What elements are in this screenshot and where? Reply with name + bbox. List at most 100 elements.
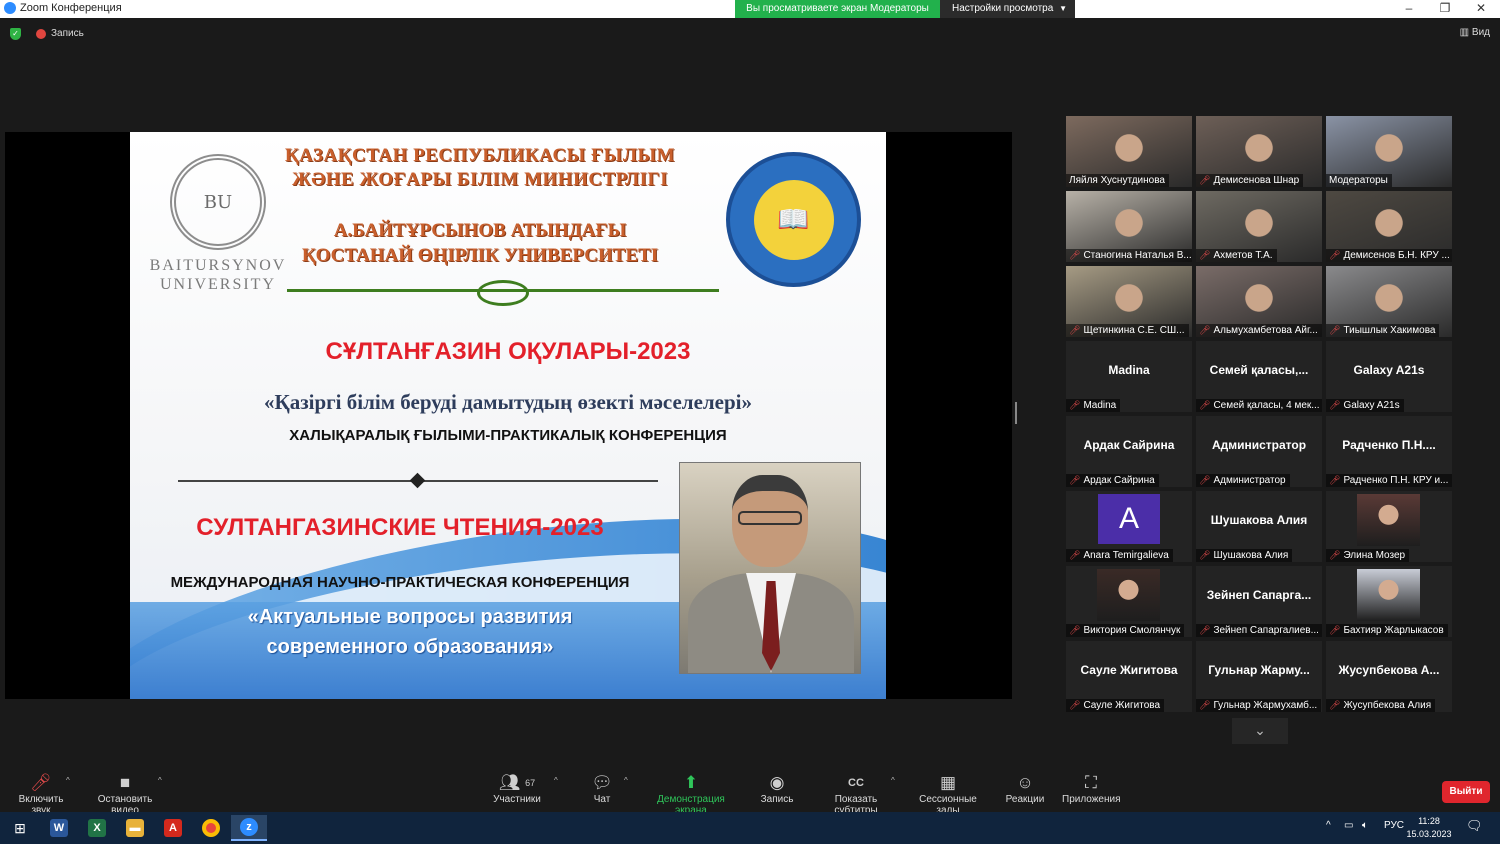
restore-button[interactable]: ❐	[1427, 0, 1463, 18]
recording-indicator[interactable]: Запись	[36, 28, 84, 39]
microphone-muted-icon: 🎤︎	[1199, 550, 1211, 560]
taskbar-excel[interactable]: X	[79, 815, 115, 841]
start-button[interactable]: ⊞	[2, 815, 38, 841]
share-screen-icon: ⬆	[683, 773, 699, 792]
participant-name-label: 🎤︎ Станогина Наталья В...	[1066, 249, 1192, 262]
meeting-toolbar: 🎤︎ Включить звук ^ ■ Остановить видео ^ …	[0, 768, 1500, 816]
participant-name: Тиышлык Хакимова	[1343, 325, 1436, 336]
participant-tile[interactable]: Сауле Жигитова 🎤︎ Сауле Жигитова	[1066, 641, 1192, 712]
audio-options-caret-icon[interactable]: ^	[66, 776, 70, 785]
participants-caret-icon[interactable]: ^	[554, 776, 558, 785]
taskbar-explorer[interactable]: ▬	[117, 815, 153, 841]
microphone-muted-icon: 🎤︎	[1199, 625, 1211, 635]
reactions-button[interactable]: ☺ Реакции	[1005, 772, 1045, 805]
participant-tile[interactable]: Жусупбекова А... 🎤︎ Жусупбекова Алия	[1326, 641, 1452, 712]
taskbar-acrobat[interactable]: A	[155, 815, 191, 841]
grid-icon: ▥	[1459, 27, 1472, 38]
folder-icon: ▬	[126, 819, 144, 837]
participant-tile[interactable]: Galaxy A21s 🎤︎ Galaxy A21s	[1326, 341, 1452, 412]
shield-icon[interactable]: ✓	[10, 28, 21, 40]
participant-name: Бахтияр Жарлыкасов	[1343, 625, 1444, 636]
windows-taskbar: ⊞ W X ▬ A z ^ ▭ 🔈︎ РУС 11:28 15.03.2023 …	[0, 812, 1500, 844]
taskbar-zoom[interactable]: z	[231, 815, 267, 841]
notifications-icon[interactable]: 🗨︎	[1466, 818, 1483, 834]
reactions-label: Реакции	[1005, 794, 1045, 805]
view-settings-button[interactable]: Настройки просмотра ▼	[940, 0, 1075, 18]
stop-video-button[interactable]: ■ Остановить видео	[84, 772, 166, 816]
participant-display-name: Madina	[1108, 363, 1150, 377]
record-button[interactable]: ◉ Запись	[758, 772, 796, 805]
unmute-button[interactable]: 🎤︎ Включить звук	[8, 772, 74, 816]
university-heading: А.БАЙТҰРСЫНОВ АТЫНДАҒЫ ҚОСТАНАЙ ӨҢІРЛІК …	[255, 218, 705, 268]
gallery-next-page-button[interactable]: ⌄	[1232, 718, 1288, 744]
participant-tile[interactable]: Зейнеп Сапарга... 🎤︎ Зейнеп Сапаргалиев...	[1196, 566, 1322, 637]
chrome-icon	[202, 819, 220, 837]
minimize-button[interactable]: –	[1391, 0, 1427, 18]
volume-icon[interactable]: 🔈︎	[1362, 820, 1368, 831]
participant-tile[interactable]: A 🎤︎ Anara Temirgalieva	[1066, 491, 1192, 562]
participant-name-label: 🎤︎ Демисенова Шнар	[1196, 174, 1304, 187]
captions-caret-icon[interactable]: ^	[891, 776, 895, 785]
participants-icon-group: 👥︎ 67	[490, 772, 544, 794]
video-options-caret-icon[interactable]: ^	[158, 776, 162, 785]
participant-name: Зейнеп Сапаргалиев...	[1213, 625, 1319, 636]
taskbar-chrome[interactable]	[193, 815, 229, 841]
input-language[interactable]: РУС	[1384, 820, 1404, 831]
participant-tile[interactable]: Модераторы	[1326, 116, 1452, 187]
participant-tile[interactable]: 🎤︎ Бахтияр Жарлыкасов	[1326, 566, 1452, 637]
record-label: Запись	[760, 794, 794, 805]
participant-tile[interactable]: 🎤︎ Ахметов Т.А.	[1196, 191, 1322, 262]
participant-tile[interactable]: 🎤︎ Демисенов Б.Н. КРУ ...	[1326, 191, 1452, 262]
participant-tile[interactable]: Администратор 🎤︎ Администратор	[1196, 416, 1322, 487]
participant-tile[interactable]: 🎤︎ Альмухамбетова Айг...	[1196, 266, 1322, 337]
chevron-down-icon: ⌄	[1254, 722, 1266, 738]
windows-logo-icon: ⊞	[14, 819, 26, 836]
network-icon[interactable]: ▭	[1344, 820, 1353, 831]
participant-tile[interactable]: Шушакова Алия 🎤︎ Шушакова Алия	[1196, 491, 1322, 562]
participant-avatar: A	[1098, 494, 1160, 544]
participant-tile[interactable]: Ляйля Хуснутдинова	[1066, 116, 1192, 187]
show-hidden-icons[interactable]: ^	[1326, 820, 1331, 831]
record-icon: ◉	[769, 773, 785, 792]
taskbar-word[interactable]: W	[41, 815, 77, 841]
microphone-muted-icon: 🎤︎	[1329, 400, 1341, 410]
participant-display-name: Администратор	[1211, 438, 1307, 452]
participant-tile[interactable]: 🎤︎ Демисенова Шнар	[1196, 116, 1322, 187]
participant-display-name: Ардак Сайрина	[1083, 438, 1175, 452]
captions-button[interactable]: CC Показать субтитры	[814, 772, 898, 816]
participant-display-name: Семей қаласы,...	[1209, 363, 1309, 377]
microphone-muted-icon: 🎤︎	[1199, 250, 1211, 260]
participant-tile[interactable]: Семей қаласы,... 🎤︎ Семей қаласы, 4 мек...	[1196, 341, 1322, 412]
participant-tile[interactable]: Ардак Сайрина 🎤︎ Ардак Сайрина	[1066, 416, 1192, 487]
participant-tile[interactable]: 🎤︎ Станогина Наталья В...	[1066, 191, 1192, 262]
participant-tile[interactable]: Madina 🎤︎ Madina	[1066, 341, 1192, 412]
participant-tile[interactable]: 🎤︎ Виктория Смолянчук	[1066, 566, 1192, 637]
view-button[interactable]: ▥ Вид	[1460, 27, 1490, 38]
share-screen-button[interactable]: ⬆ Демонстрация экрана	[642, 772, 740, 816]
participant-display-name: Радченко П.Н....	[1342, 438, 1436, 452]
participant-name-label: Ляйля Хуснутдинова	[1066, 174, 1169, 187]
breakout-rooms-button[interactable]: ▦ Сессионные залы	[908, 772, 988, 816]
participant-tile[interactable]: Радченко П.Н.... 🎤︎ Радченко П.Н. КРУ и...	[1326, 416, 1452, 487]
participants-label: Участники	[493, 794, 541, 805]
participant-photo	[1357, 569, 1420, 621]
microphone-muted-icon: 🎤︎	[1069, 625, 1081, 635]
participant-tile[interactable]: 🎤︎ Тиышлык Хакимова	[1326, 266, 1452, 337]
participant-display-name: Жусупбекова А...	[1338, 663, 1440, 677]
ru-conference-theme: «Актуальные вопросы развития современног…	[190, 602, 630, 662]
view-settings-label: Настройки просмотра	[952, 3, 1054, 14]
participant-name: Демисенова Шнар	[1213, 175, 1300, 186]
participant-tile[interactable]: Гульнар Жарму... 🎤︎ Гульнар Жармухамб...	[1196, 641, 1322, 712]
participant-tile[interactable]: 🎤︎ Элина Мозер	[1326, 491, 1452, 562]
chat-caret-icon[interactable]: ^	[624, 776, 628, 785]
university-line-2: ҚОСТАНАЙ ӨҢІРЛІК УНИВЕРСИТЕТІ	[301, 245, 659, 266]
chat-button[interactable]: 💬︎ Чат	[588, 772, 616, 805]
apps-button[interactable]: ⛶ Приложения	[1062, 772, 1121, 805]
resize-handle[interactable]	[1015, 402, 1017, 424]
participant-tile[interactable]: 🎤︎ Щетинкина С.Е. СШ...	[1066, 266, 1192, 337]
leave-button[interactable]: Выйти	[1442, 781, 1490, 803]
close-button[interactable]: ✕	[1463, 0, 1499, 18]
participants-button[interactable]: 👥︎ 67 Участники	[490, 772, 544, 805]
system-clock[interactable]: 11:28 15.03.2023	[1404, 815, 1454, 841]
participant-name: Сауле Жигитова	[1083, 700, 1161, 711]
